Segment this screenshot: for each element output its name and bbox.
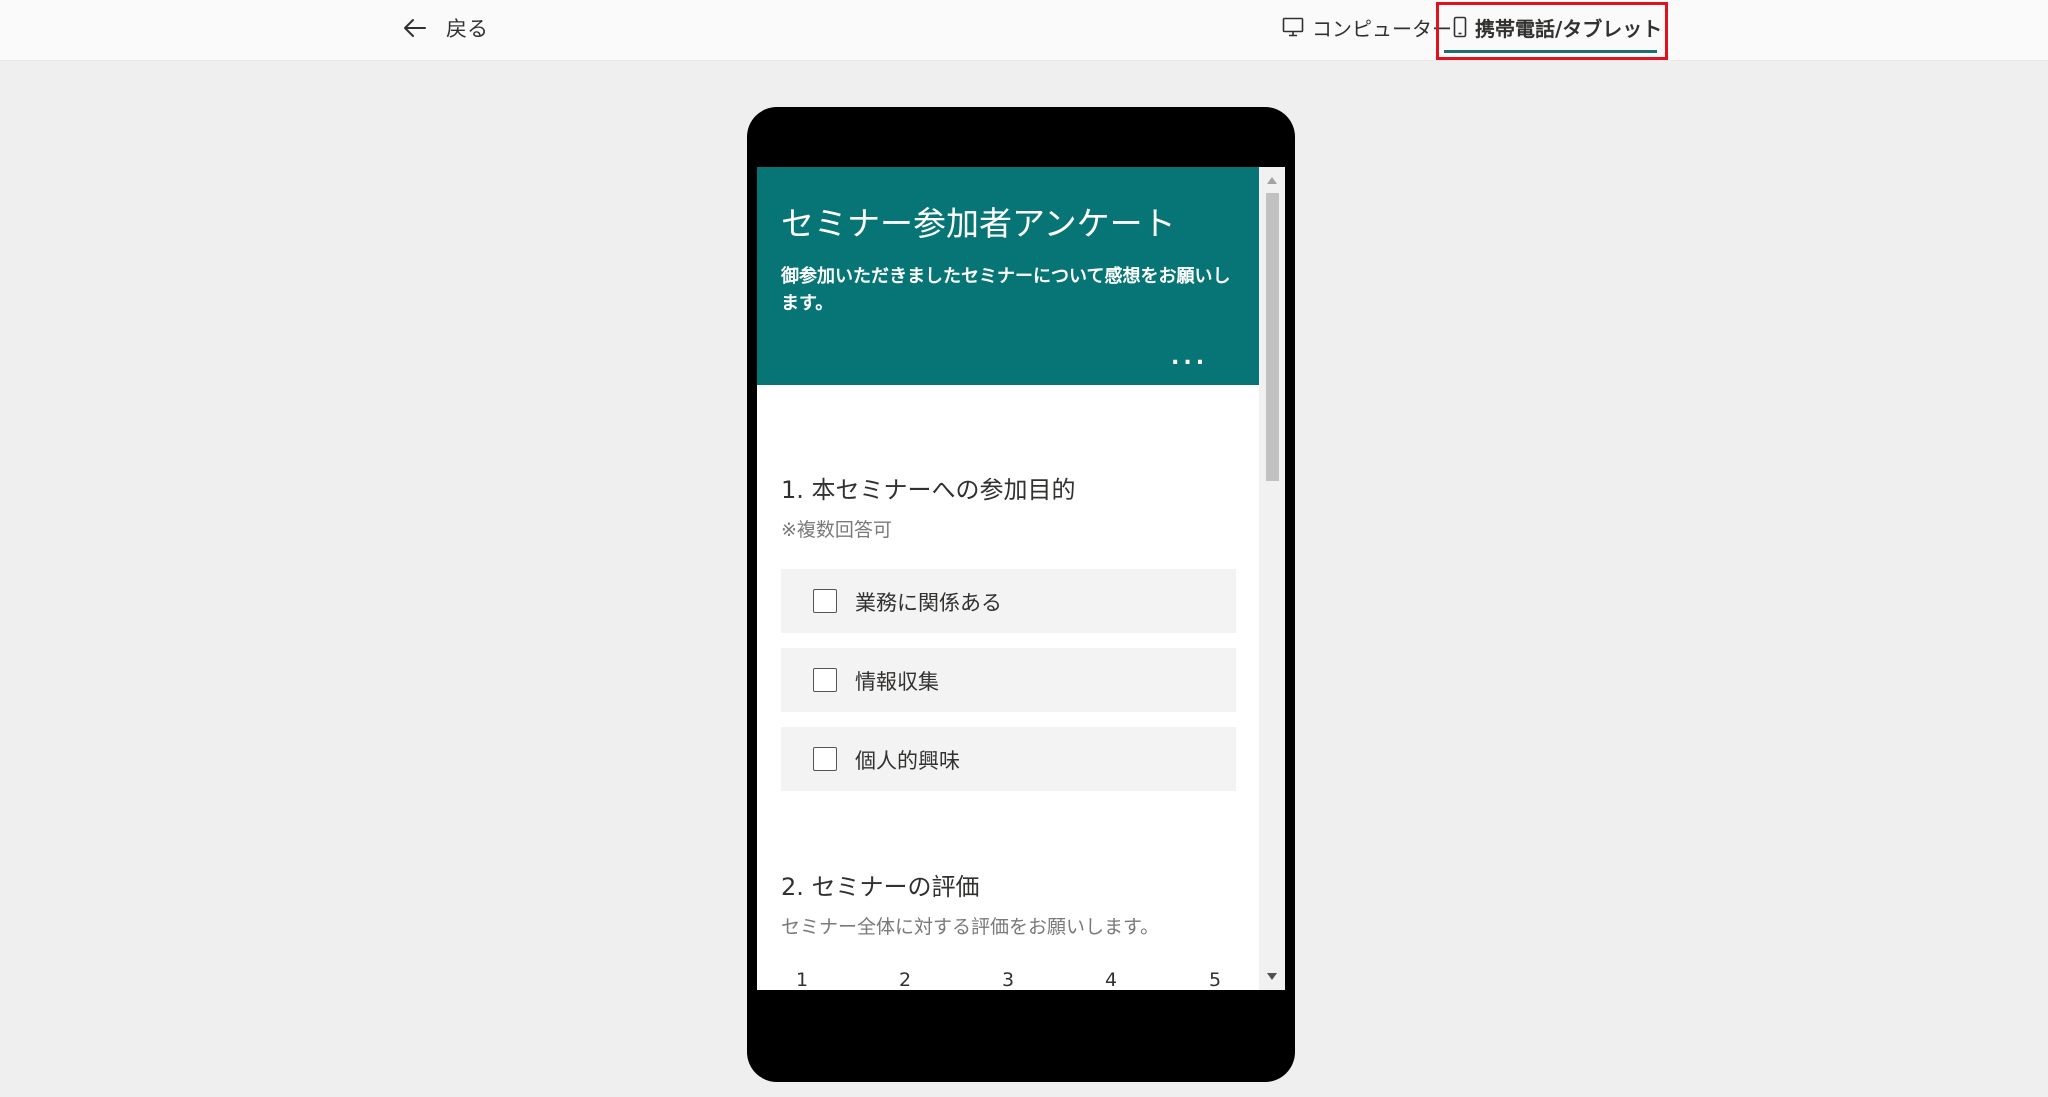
rating-option-2[interactable]: 2 bbox=[893, 969, 917, 990]
form-title: セミナー参加者アンケート bbox=[781, 204, 1176, 243]
highlight-annotation-box bbox=[1436, 2, 1668, 60]
scroll-down-arrow-icon[interactable] bbox=[1267, 973, 1277, 980]
rating-option-4[interactable]: 4 bbox=[1099, 969, 1123, 990]
view-computer-button[interactable]: コンピューター bbox=[1282, 10, 1452, 44]
question-1-title: 1. 本セミナーへの参加目的 bbox=[781, 476, 1076, 504]
back-arrow-icon bbox=[404, 19, 426, 37]
scrollbar[interactable] bbox=[1259, 167, 1285, 990]
top-bar: 戻る コンピューター 携帯電話/タブレット bbox=[0, 0, 2048, 61]
back-button[interactable]: 戻る bbox=[402, 12, 488, 44]
form-header: セミナー参加者アンケート 御参加いただきましたセミナーについて感想をお願いします… bbox=[757, 167, 1259, 385]
checkbox[interactable] bbox=[813, 668, 837, 692]
question-2-title: 2. セミナーの評価 bbox=[781, 873, 980, 901]
scroll-thumb[interactable] bbox=[1266, 193, 1279, 481]
back-label: 戻る bbox=[446, 17, 488, 41]
view-computer-label: コンピューター bbox=[1312, 16, 1452, 41]
scroll-up-arrow-icon[interactable] bbox=[1267, 177, 1277, 184]
question-1-subtitle: ※複数回答可 bbox=[781, 519, 892, 541]
monitor-icon bbox=[1282, 17, 1304, 37]
checkbox[interactable] bbox=[813, 747, 837, 771]
option-label: 業務に関係ある bbox=[855, 591, 1002, 615]
option-label: 情報収集 bbox=[855, 670, 939, 694]
question-2-subtitle: セミナー全体に対する評価をお願いします。 bbox=[781, 916, 1160, 938]
option-label: 個人的興味 bbox=[855, 749, 960, 773]
option-checkbox-item[interactable]: 業務に関係ある bbox=[781, 569, 1236, 633]
checkbox[interactable] bbox=[813, 589, 837, 613]
rating-option-1[interactable]: 1 bbox=[790, 969, 814, 990]
rating-option-5[interactable]: 5 bbox=[1203, 969, 1227, 990]
option-checkbox-item[interactable]: 個人的興味 bbox=[781, 727, 1236, 791]
rating-option-3[interactable]: 3 bbox=[996, 969, 1020, 990]
form-description: 御参加いただきましたセミナーについて感想をお願いします。 bbox=[781, 266, 1231, 314]
form-preview-screen: セミナー参加者アンケート 御参加いただきましたセミナーについて感想をお願いします… bbox=[757, 167, 1285, 990]
option-checkbox-item[interactable]: 情報収集 bbox=[781, 648, 1236, 712]
more-options-button[interactable]: ... bbox=[1171, 345, 1208, 370]
